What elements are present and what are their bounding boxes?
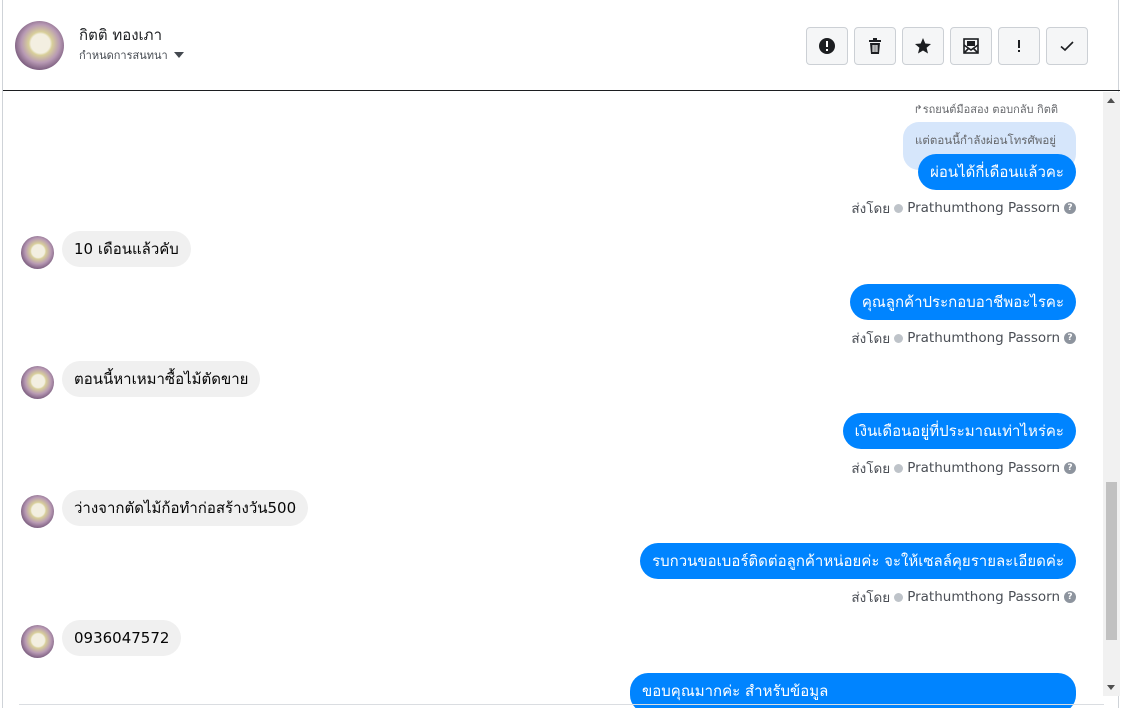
contact-avatar-small[interactable]	[21, 495, 54, 528]
scrollbar-thumb[interactable]	[1106, 482, 1117, 640]
help-icon[interactable]: ?	[1064, 202, 1076, 214]
sent-by-label: ส่งโดย	[851, 331, 891, 347]
reply-arrow-icon: ↱	[913, 103, 923, 116]
alert-circle-icon	[819, 38, 835, 54]
help-icon[interactable]: ?	[1064, 591, 1076, 603]
outgoing-message[interactable]: คุณลูกค้าประกอบอาชีพอะไรคะ	[849, 284, 1076, 320]
sender-name[interactable]: Prathumthong Passorn	[907, 330, 1060, 346]
done-button[interactable]	[1046, 27, 1088, 65]
spam-button[interactable]	[998, 27, 1040, 65]
composer-divider	[19, 704, 1104, 705]
sender-status-icon	[894, 463, 904, 473]
conversation-settings-label: กำหนดการสนทนา	[79, 49, 168, 62]
help-icon[interactable]: ?	[1064, 462, 1076, 474]
message-thread: ↱รถยนต์มือสอง ตอบกลับ กิตติ แต่ตอนนี้กำล…	[3, 92, 1103, 708]
sender-status-icon	[894, 592, 904, 602]
incoming-message[interactable]: 0936047572	[62, 620, 182, 656]
contact-avatar[interactable]	[15, 21, 64, 70]
star-button[interactable]	[902, 27, 944, 65]
caret-down-icon	[173, 52, 184, 58]
contact-avatar-small[interactable]	[21, 625, 54, 658]
scroll-up-arrow-icon[interactable]	[1107, 98, 1115, 103]
sender-status-icon	[894, 203, 904, 213]
contact-name[interactable]: กิตติ ทองเภา	[79, 23, 162, 47]
incoming-message[interactable]: ตอนนี้หาเหมาซื้อไม้ตัดขาย	[62, 361, 261, 397]
outgoing-message[interactable]: ขอบคุณมากค่ะ สำหรับข้อมูล	[630, 673, 1076, 708]
trash-icon	[869, 38, 881, 54]
sent-by-label: ส่งโดย	[851, 461, 891, 477]
check-icon	[1060, 41, 1074, 52]
reply-context: ↱รถยนต์มือสอง ตอบกลับ กิตติ	[913, 100, 1058, 118]
flag-button[interactable]	[806, 27, 848, 65]
contact-avatar-small[interactable]	[21, 236, 54, 269]
mail-unread-icon	[963, 38, 979, 54]
scroll-down-arrow-icon[interactable]	[1107, 685, 1115, 690]
sent-by-label: ส่งโดย	[851, 201, 891, 217]
incoming-message[interactable]: ว่างจากตัดไม้ก้อทำก่อสร้างวัน500	[62, 490, 309, 526]
reply-context-text: รถยนต์มือสอง ตอบกลับ กิตติ	[922, 103, 1058, 116]
sent-by-info: ส่งโดย Prathumthong Passorn ?	[851, 586, 1076, 608]
chat-scrollbar[interactable]	[1103, 92, 1120, 696]
sender-name[interactable]: Prathumthong Passorn	[907, 200, 1060, 216]
incoming-message[interactable]: 10 เดือนแล้วคับ	[62, 231, 191, 267]
sender-name[interactable]: Prathumthong Passorn	[907, 589, 1060, 605]
action-toolbar	[806, 27, 1088, 65]
star-icon	[915, 38, 931, 54]
outgoing-message[interactable]: รบกวนขอเบอร์ติดต่อลูกค้าหน่อยค่ะ จะให้เซ…	[640, 543, 1076, 579]
exclamation-icon	[1018, 40, 1020, 52]
conversation-panel: กิตติ ทองเภา กำหนดการสนทนา ↱รถยนต์มือสอง…	[2, 0, 1120, 708]
mark-unread-button[interactable]	[950, 27, 992, 65]
sent-by-info: ส่งโดย Prathumthong Passorn ?	[851, 197, 1076, 219]
help-icon[interactable]: ?	[1064, 332, 1076, 344]
sender-status-icon	[894, 333, 904, 343]
sent-by-info: ส่งโดย Prathumthong Passorn ?	[851, 327, 1076, 349]
delete-button[interactable]	[854, 27, 896, 65]
outgoing-message[interactable]: ผ่อนได้กี่เดือนแล้วคะ	[918, 154, 1076, 190]
sender-name[interactable]: Prathumthong Passorn	[907, 460, 1060, 476]
sent-by-info: ส่งโดย Prathumthong Passorn ?	[851, 457, 1076, 479]
conversation-header: กิตติ ทองเภา กำหนดการสนทนา	[3, 0, 1120, 91]
contact-avatar-small[interactable]	[21, 366, 54, 399]
sent-by-label: ส่งโดย	[851, 590, 891, 606]
outgoing-message[interactable]: เงินเดือนอยู่ที่ประมาณเท่าไหร่คะ	[842, 413, 1076, 449]
conversation-settings-dropdown[interactable]: กำหนดการสนทนา	[79, 46, 184, 64]
